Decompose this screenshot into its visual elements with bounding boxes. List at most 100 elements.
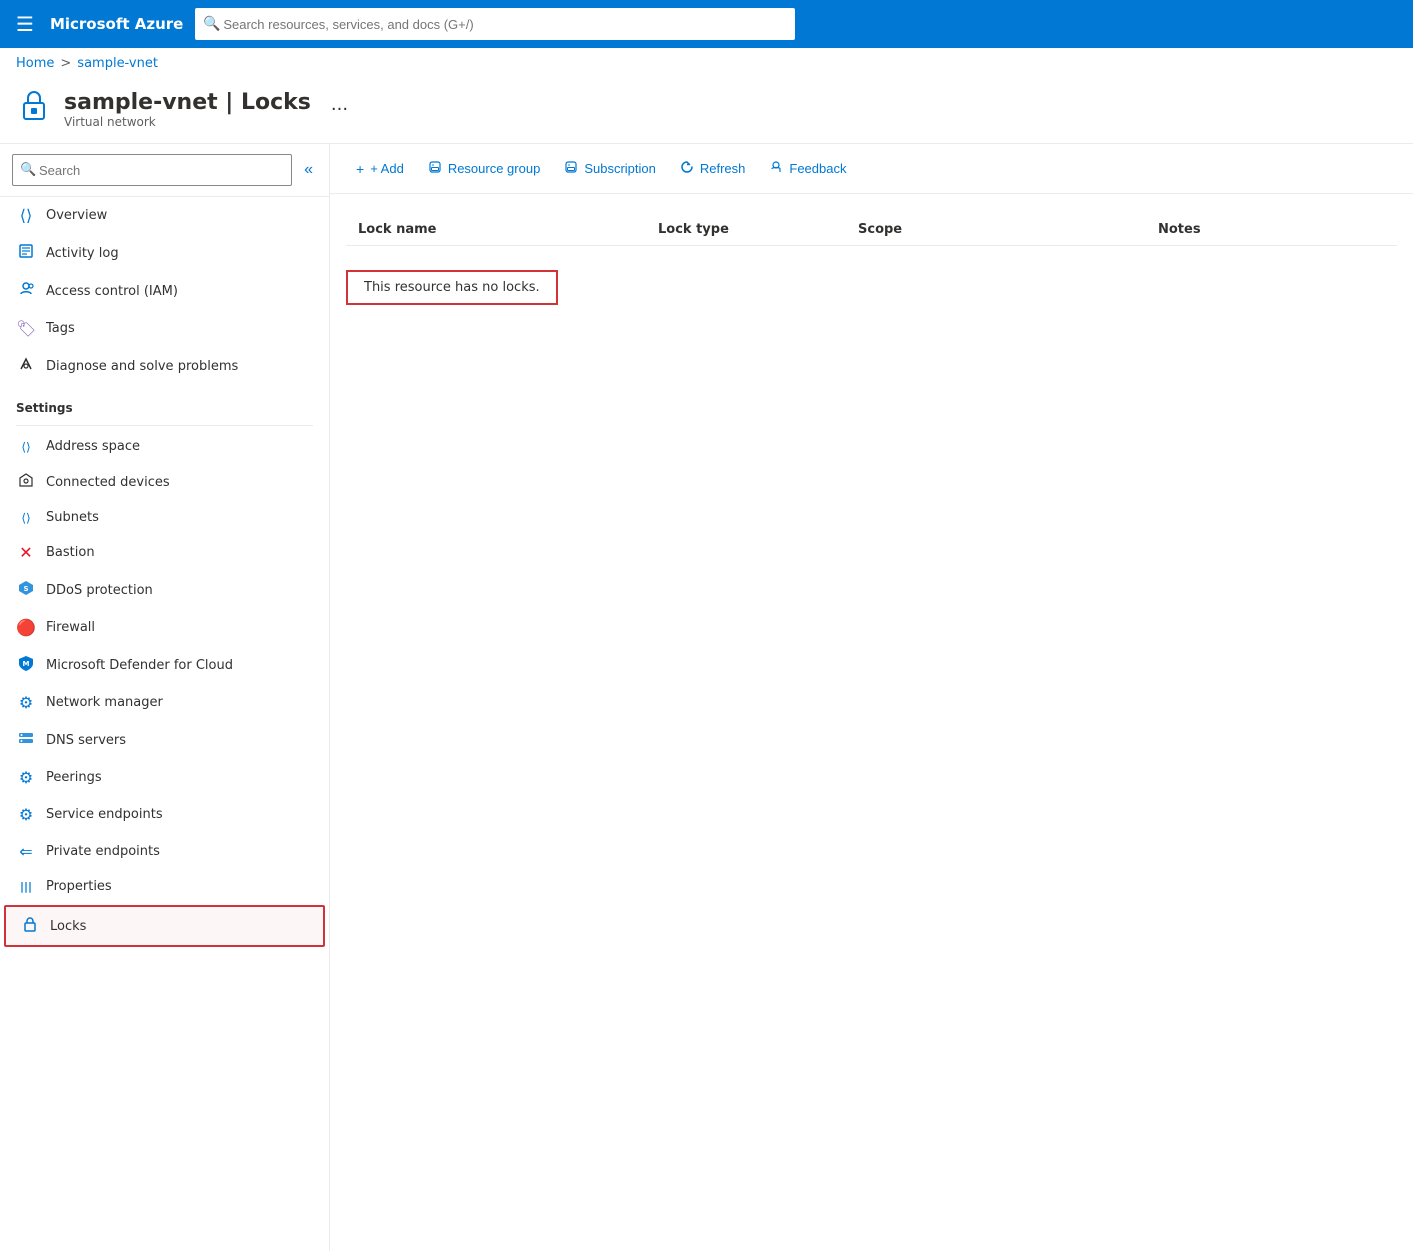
sidebar-item-ddos-label: DDoS protection: [46, 583, 153, 598]
breadcrumb: Home > sample-vnet: [0, 48, 1413, 79]
sidebar-item-network-manager-label: Network manager: [46, 695, 163, 710]
sidebar-item-tags-label: Tags: [46, 321, 75, 336]
private-endpoints-icon: ⇐: [16, 842, 36, 861]
diagnose-icon: [16, 356, 36, 376]
breadcrumb-resource[interactable]: sample-vnet: [77, 56, 158, 71]
add-label: + Add: [370, 161, 404, 176]
sidebar-item-overview[interactable]: ⟨⟩ Overview: [0, 197, 329, 234]
overview-icon: ⟨⟩: [16, 206, 36, 225]
activity-log-icon: [16, 243, 36, 263]
sidebar-item-connected-devices[interactable]: Connected devices: [0, 463, 329, 501]
column-notes: Notes: [1158, 222, 1385, 237]
resource-group-label: Resource group: [448, 161, 541, 176]
sidebar-item-access-control[interactable]: Access control (IAM): [0, 272, 329, 310]
no-locks-message: This resource has no locks.: [346, 270, 558, 305]
sidebar-item-activity-log[interactable]: Activity log: [0, 234, 329, 272]
sidebar-item-subnets[interactable]: ⟨⟩ Subnets: [0, 501, 329, 534]
sidebar-search-wrapper: 🔍: [12, 154, 292, 186]
network-manager-icon: ⚙: [16, 693, 36, 712]
sidebar-item-diagnose-label: Diagnose and solve problems: [46, 359, 238, 374]
resource-header: sample-vnet | Locks Virtual network ···: [0, 79, 1413, 143]
sidebar-item-firewall[interactable]: 🔴 Firewall: [0, 609, 329, 646]
subnets-icon: ⟨⟩: [16, 511, 36, 525]
access-control-icon: [16, 281, 36, 301]
sidebar-item-bastion[interactable]: ✕ Bastion: [0, 534, 329, 571]
sidebar-item-connected-devices-label: Connected devices: [46, 475, 170, 490]
sidebar-item-access-control-label: Access control (IAM): [46, 284, 178, 299]
peerings-icon: ⚙: [16, 768, 36, 787]
sidebar-item-locks-label: Locks: [50, 919, 86, 934]
resource-group-icon: [428, 160, 442, 177]
breadcrumb-separator: >: [60, 56, 71, 71]
sidebar-item-defender-label: Microsoft Defender for Cloud: [46, 658, 233, 673]
sidebar-item-private-endpoints[interactable]: ⇐ Private endpoints: [0, 833, 329, 870]
refresh-button[interactable]: Refresh: [670, 154, 756, 183]
sidebar-search-row: 🔍 «: [0, 144, 329, 197]
resource-group-button[interactable]: Resource group: [418, 154, 551, 183]
locks-icon: [20, 916, 40, 936]
subscription-button[interactable]: Subscription: [554, 154, 666, 183]
subscription-icon: [564, 160, 578, 177]
column-scope: Scope: [858, 222, 1158, 237]
feedback-icon: [769, 160, 783, 177]
refresh-icon: [680, 160, 694, 177]
feedback-button[interactable]: Feedback: [759, 154, 856, 183]
sidebar-item-properties-label: Properties: [46, 879, 112, 894]
bastion-icon: ✕: [16, 543, 36, 562]
more-options-icon[interactable]: ···: [323, 95, 356, 124]
subscription-label: Subscription: [584, 161, 656, 176]
add-icon: +: [356, 161, 364, 177]
sidebar-item-address-space-label: Address space: [46, 439, 140, 454]
global-search-input[interactable]: [195, 8, 795, 40]
locks-table-area: Lock name Lock type Scope Notes This res…: [330, 194, 1413, 325]
sidebar-item-defender[interactable]: M Microsoft Defender for Cloud: [0, 646, 329, 684]
address-space-icon: ⟨⟩: [16, 440, 36, 454]
svg-text:M: M: [23, 660, 30, 668]
page-container: Home > sample-vnet sample-vnet | Locks V…: [0, 48, 1413, 1251]
sidebar-item-service-endpoints-label: Service endpoints: [46, 807, 163, 822]
sidebar-item-dns-servers-label: DNS servers: [46, 733, 126, 748]
sidebar-item-bastion-label: Bastion: [46, 545, 95, 560]
settings-header: Settings: [0, 385, 329, 421]
breadcrumb-home[interactable]: Home: [16, 56, 54, 71]
hamburger-menu-icon[interactable]: ☰: [12, 8, 38, 40]
svg-text:S: S: [23, 585, 28, 593]
ddos-icon: S: [16, 580, 36, 600]
sidebar-item-diagnose[interactable]: Diagnose and solve problems: [0, 347, 329, 385]
settings-divider: [16, 425, 313, 426]
dns-servers-icon: [16, 730, 36, 750]
add-button[interactable]: + + Add: [346, 155, 414, 183]
sidebar-item-peerings-label: Peerings: [46, 770, 102, 785]
collapse-sidebar-button[interactable]: «: [300, 157, 317, 183]
sidebar-item-address-space[interactable]: ⟨⟩ Address space: [0, 430, 329, 463]
resource-lock-icon: [16, 87, 52, 131]
tags-icon: 🏷: [16, 319, 36, 338]
sidebar-item-dns-servers[interactable]: DNS servers: [0, 721, 329, 759]
sidebar-item-ddos[interactable]: S DDoS protection: [0, 571, 329, 609]
sidebar-nav: ⟨⟩ Overview Activity log Access control …: [0, 197, 329, 385]
resource-header-text: sample-vnet | Locks Virtual network: [64, 90, 311, 129]
sidebar-item-tags[interactable]: 🏷 Tags: [0, 310, 329, 347]
sidebar-item-overview-label: Overview: [46, 208, 107, 223]
sidebar-search-input[interactable]: [12, 154, 292, 186]
resource-subtitle: Virtual network: [64, 115, 311, 129]
top-navigation-bar: ☰ Microsoft Azure 🔍: [0, 0, 1413, 48]
sidebar-item-activity-log-label: Activity log: [46, 246, 119, 261]
sidebar-settings-section: Settings ⟨⟩ Address space Connected devi…: [0, 385, 329, 949]
sidebar-item-locks[interactable]: Locks: [4, 905, 325, 947]
azure-logo: Microsoft Azure: [50, 15, 183, 33]
sidebar-item-peerings[interactable]: ⚙ Peerings: [0, 759, 329, 796]
column-lock-type: Lock type: [658, 222, 858, 237]
main-content: + + Add Resource group Subscription: [330, 144, 1413, 1251]
sidebar-item-network-manager[interactable]: ⚙ Network manager: [0, 684, 329, 721]
column-lock-name: Lock name: [358, 222, 658, 237]
global-search-wrapper: 🔍: [195, 8, 795, 40]
refresh-label: Refresh: [700, 161, 746, 176]
sidebar-item-service-endpoints[interactable]: ⚙ Service endpoints: [0, 796, 329, 833]
firewall-icon: 🔴: [16, 618, 36, 637]
properties-icon: |||: [16, 880, 36, 893]
sidebar-item-properties[interactable]: ||| Properties: [0, 870, 329, 903]
connected-devices-icon: [16, 472, 36, 492]
feedback-label: Feedback: [789, 161, 846, 176]
defender-icon: M: [16, 655, 36, 675]
